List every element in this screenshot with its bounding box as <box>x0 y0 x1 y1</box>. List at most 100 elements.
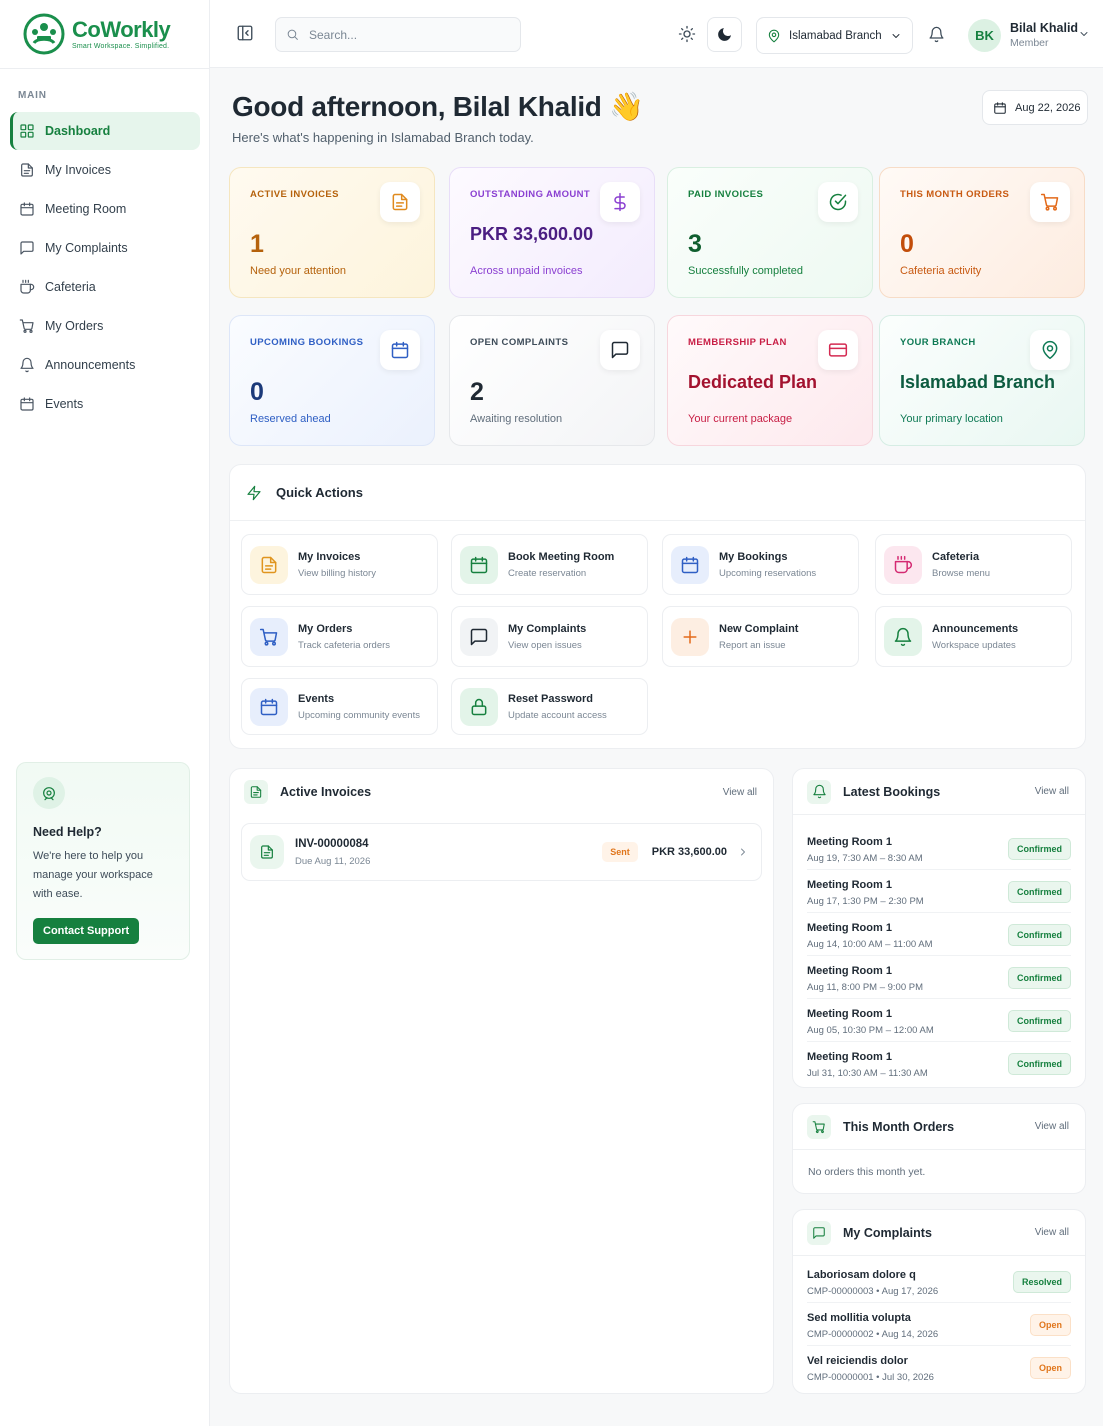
qa-title: New Complaint <box>719 622 799 635</box>
stat-label: Outstanding Amount <box>470 189 591 200</box>
view-all-link[interactable]: View all <box>1035 1227 1069 1238</box>
booking-row[interactable]: Meeting Room 1 Aug 11, 8:00 PM – 9:00 PM C… <box>807 956 1071 999</box>
complaint-meta: CMP-00000001 • Jul 30, 2026 <box>807 1372 934 1383</box>
sidebar-toggle-button[interactable] <box>236 24 254 42</box>
booking-time: Aug 11, 8:00 PM – 9:00 PM <box>807 982 924 993</box>
view-all-link[interactable]: View all <box>1035 1121 1069 1132</box>
view-all-link[interactable]: View all <box>1035 786 1069 797</box>
dark-mode-button[interactable] <box>707 17 742 52</box>
invoice-number: INV-00000084 <box>295 837 369 850</box>
cart-icon <box>807 1114 831 1139</box>
booking-room: Meeting Room 1 <box>807 922 892 934</box>
invoice-due: Due Aug 11, 2026 <box>295 855 371 867</box>
quick-action-events[interactable]: Events Upcoming community events <box>241 678 438 735</box>
booking-row[interactable]: Meeting Room 1 Jul 31, 10:30 AM – 11:30 A… <box>807 1042 1071 1085</box>
stat-card-membership-plan[interactable]: Membership Plan Dedicated Plan Your curr… <box>667 315 873 446</box>
quick-action-my-bookings[interactable]: My Bookings Upcoming reservations <box>662 534 859 595</box>
quick-action-reset-password[interactable]: Reset Password Update account access <box>451 678 648 735</box>
qa-title: Book Meeting Room <box>508 550 615 563</box>
booking-room: Meeting Room 1 <box>807 836 892 848</box>
quick-action-new-complaint[interactable]: New Complaint Report an issue <box>662 606 859 667</box>
quick-action-my-invoices[interactable]: My Invoices View billing history <box>241 534 438 595</box>
help-title: Need Help? <box>33 825 102 839</box>
stat-card-outstanding-amount[interactable]: Outstanding Amount PKR 33,600.00 Across … <box>449 167 655 298</box>
help-card: Need Help? We're here to help you manage… <box>16 762 190 960</box>
complaint-meta: CMP-00000003 • Aug 17, 2026 <box>807 1286 939 1297</box>
qa-title: My Orders <box>298 622 353 635</box>
contact-support-button[interactable]: Contact Support <box>33 918 140 944</box>
qa-icon-box <box>460 545 498 584</box>
booking-row[interactable]: Meeting Room 1 Aug 17, 1:30 PM – 2:30 PM C… <box>807 870 1071 913</box>
status-badge: Confirmed <box>1008 1010 1071 1032</box>
sidebar: CoWorkly Smart Workspace. Simplified. MA… <box>0 0 210 1426</box>
check-circle-icon <box>829 193 847 211</box>
quick-action-my-orders[interactable]: My Orders Track cafeteria orders <box>241 606 438 667</box>
calendar-icon <box>391 341 409 359</box>
sidebar-item-my-invoices[interactable]: My Invoices <box>10 151 200 189</box>
stat-card-your-branch[interactable]: Your Branch Islamabad Branch Your primar… <box>879 315 1085 446</box>
search-input[interactable]: Search... <box>275 17 521 52</box>
stat-note: Your primary location <box>900 413 1003 425</box>
sidebar-item-announcements[interactable]: Announcements <box>10 346 200 384</box>
branch-selector[interactable]: Islamabad Branch <box>756 17 913 54</box>
active-invoices-panel: Active Invoices View all INV-00000084 Du… <box>229 768 774 1394</box>
stat-note: Reserved ahead <box>250 413 331 425</box>
stat-value: 0 <box>250 378 264 406</box>
bookings-list: Meeting Room 1 Aug 19, 7:30 AM – 8:30 AM C… <box>793 815 1085 1085</box>
qa-title: My Complaints <box>508 622 587 635</box>
stat-value: 0 <box>900 230 914 258</box>
sidebar-item-cafeteria[interactable]: Cafeteria <box>10 268 200 306</box>
qa-icon-box <box>250 545 288 584</box>
file-icon <box>250 835 284 869</box>
stat-card-month-orders[interactable]: This Month Orders 0 Cafeteria activity <box>879 167 1085 298</box>
complaint-row[interactable]: Vel reiciendis dolor CMP-00000001 • Jul 3… <box>807 1346 1071 1389</box>
sidebar-item-my-complaints[interactable]: My Complaints <box>10 229 200 267</box>
quick-action-book-meeting-room[interactable]: Book Meeting Room Create reservation <box>451 534 648 595</box>
stat-label: Paid Invoices <box>688 189 764 200</box>
stat-label: Your Branch <box>900 337 976 348</box>
sidebar-item-my-orders[interactable]: My Orders <box>10 307 200 345</box>
quick-action-announcements[interactable]: Announcements Workspace updates <box>875 606 1072 667</box>
date-chip[interactable]: Aug 22, 2026 <box>982 90 1088 125</box>
user-name[interactable]: Bilal Khalid <box>1010 21 1078 35</box>
latest-bookings-header: Latest Bookings View all <box>793 769 1085 815</box>
stat-note: Your current package <box>688 413 793 425</box>
sidebar-item-meeting-room[interactable]: Meeting Room <box>10 190 200 228</box>
stat-card-upcoming-bookings[interactable]: Upcoming Bookings 0 Reserved ahead <box>229 315 435 446</box>
stat-card-open-complaints[interactable]: Open Complaints 2 Awaiting resolution <box>449 315 655 446</box>
quick-action-cafeteria[interactable]: Cafeteria Browse menu <box>875 534 1072 595</box>
stat-value: PKR 33,600.00 <box>470 224 594 244</box>
qa-icon-box <box>460 617 498 656</box>
page-subtitle: Here's what's happening in Islamabad Bra… <box>232 130 534 145</box>
user-role: Member <box>1010 37 1049 49</box>
stat-note: Awaiting resolution <box>470 413 563 425</box>
sidebar-item-events[interactable]: Events <box>10 385 200 423</box>
latest-bookings-title: Latest Bookings <box>843 784 941 799</box>
booking-row[interactable]: Meeting Room 1 Aug 05, 10:30 PM – 12:00 A… <box>807 999 1071 1042</box>
booking-room: Meeting Room 1 <box>807 879 892 891</box>
user-menu-button[interactable] <box>1078 28 1090 40</box>
invoice-row[interactable]: INV-00000084 Due Aug 11, 2026 Sent PKR 3… <box>241 823 762 881</box>
sidebar-item-label: My Orders <box>45 319 104 333</box>
qa-subtitle: Browse menu <box>932 567 991 579</box>
notifications-button[interactable] <box>928 26 945 43</box>
brand-logo[interactable]: CoWorkly Smart Workspace. Simplified. <box>22 12 171 56</box>
booking-row[interactable]: Meeting Room 1 Aug 14, 10:00 AM – 11:00 A… <box>807 913 1071 956</box>
plus-icon <box>683 629 697 644</box>
stat-card-active-invoices[interactable]: Active Invoices 1 Need your attention <box>229 167 435 298</box>
sidebar-item-dashboard[interactable]: Dashboard <box>10 112 200 150</box>
quick-action-my-complaints[interactable]: My Complaints View open issues <box>451 606 648 667</box>
stat-card-paid-invoices[interactable]: Paid Invoices 3 Successfully completed <box>667 167 873 298</box>
logo-icon <box>23 13 65 55</box>
booking-time: Aug 19, 7:30 AM – 8:30 AM <box>807 853 923 864</box>
view-all-link[interactable]: View all <box>723 787 757 798</box>
light-mode-button[interactable] <box>678 25 696 43</box>
complaint-row[interactable]: Laboriosam dolore q CMP-00000003 • Aug 17… <box>807 1260 1071 1303</box>
booking-time: Aug 17, 1:30 PM – 2:30 PM <box>807 896 924 907</box>
booking-row[interactable]: Meeting Room 1 Aug 19, 7:30 AM – 8:30 AM C… <box>807 827 1071 870</box>
status-badge: Confirmed <box>1008 924 1071 946</box>
stat-note: Need your attention <box>250 265 347 277</box>
complaint-row[interactable]: Sed mollitia volupta CMP-00000002 • Aug 1… <box>807 1303 1071 1346</box>
qa-icon-box <box>671 545 709 584</box>
avatar[interactable]: BK <box>968 19 1001 52</box>
